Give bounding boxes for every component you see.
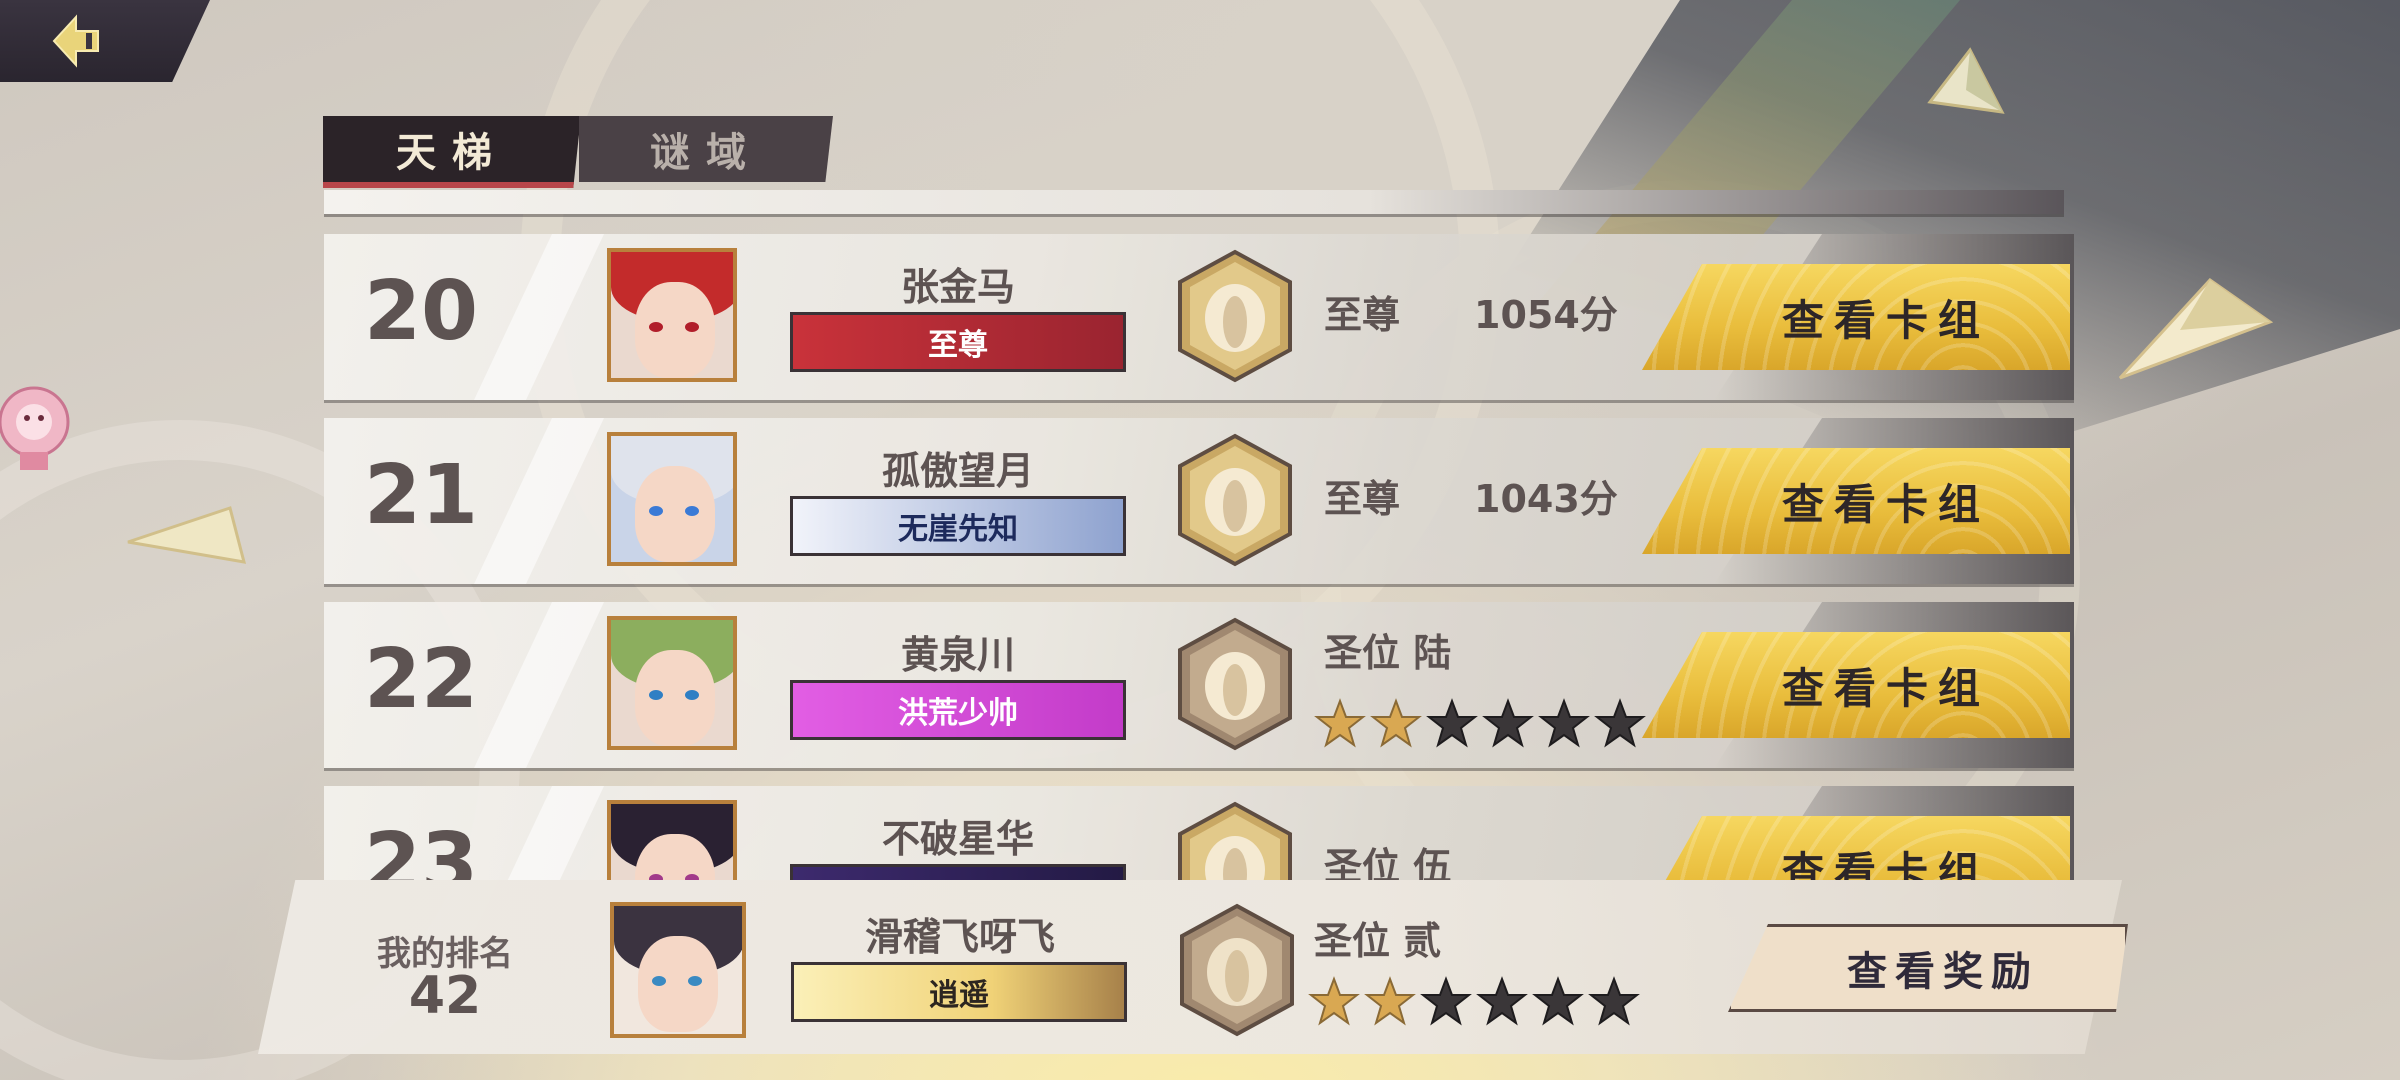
star-icon — [1482, 698, 1534, 748]
rank-number: 23 — [364, 816, 479, 880]
tier-name: 圣位 伍 — [1324, 845, 1452, 880]
tab-mystery-realm[interactable]: 谜域 — [579, 116, 833, 182]
player-avatar[interactable] — [607, 616, 737, 750]
score: 1054分 — [1474, 293, 1618, 337]
player-title-badge: 洪荒少帅 — [790, 680, 1126, 740]
tier-name: 至尊 — [1324, 293, 1401, 337]
crystal-decoration — [1927, 47, 2005, 114]
view-deck-button[interactable]: 查看卡组 — [1642, 448, 2070, 554]
tab-bar: 天梯 谜域 — [323, 116, 833, 188]
star-rating — [1314, 698, 1646, 750]
star-icon — [1538, 698, 1590, 748]
tier-medal-icon — [1180, 903, 1294, 1037]
star-icon — [1364, 976, 1416, 1026]
star-icon — [1426, 698, 1478, 748]
star-icon — [1532, 976, 1584, 1026]
view-reward-button[interactable]: 查看奖励 — [1728, 924, 2128, 1012]
star-icon — [1594, 698, 1646, 748]
view-deck-button-label: 查看卡组 — [1781, 847, 1990, 881]
view-deck-button-label: 查看卡组 — [1781, 479, 1990, 529]
star-icon — [1308, 976, 1360, 1026]
my-rank-number: 42 — [408, 966, 482, 1026]
player-title-badge: 无崖先知 — [790, 496, 1126, 556]
view-deck-button-label: 查看卡组 — [1781, 663, 1990, 713]
tier-medal-icon — [1178, 617, 1292, 751]
star-icon — [1314, 698, 1366, 748]
leaderboard-list[interactable]: 20 张金马 至尊 至尊 1054分 查看卡组 21 孤傲望月 无崖先知 至尊 1043分 查看卡组 2… — [0, 190, 2400, 880]
view-deck-button[interactable]: 查看卡组 — [1642, 632, 2070, 738]
star-icon — [1476, 976, 1528, 1026]
tab-ladder[interactable]: 天梯 — [323, 116, 581, 188]
rank-number: 21 — [364, 448, 479, 543]
player-title-badge: 至尊 — [790, 312, 1126, 372]
my-avatar[interactable] — [610, 902, 746, 1038]
partial-row-previous — [324, 190, 2064, 214]
leaderboard-row: 23 不破星华圣位 伍 查看卡组 — [324, 786, 2074, 880]
leaderboard-row: 20 张金马 至尊 至尊 1054分 查看卡组 — [324, 234, 2074, 400]
player-avatar[interactable] — [607, 432, 737, 566]
player-name: 不破星华 — [881, 817, 1034, 861]
my-tier-name: 圣位 贰 — [1314, 919, 1442, 963]
player-title-badge — [790, 864, 1126, 880]
star-icon — [1370, 698, 1422, 748]
player-name: 黄泉川 — [900, 633, 1015, 677]
leaderboard-row: 21 孤傲望月 无崖先知 至尊 1043分 查看卡组 — [324, 418, 2074, 584]
view-deck-button[interactable]: 查看卡组 — [1642, 264, 2070, 370]
star-icon — [1420, 976, 1472, 1026]
view-deck-button-label: 查看卡组 — [1781, 295, 1990, 345]
tier-name: 至尊 — [1324, 477, 1401, 521]
star-icon — [1588, 976, 1640, 1026]
tier-medal-icon — [1178, 249, 1292, 383]
view-deck-button[interactable]: 查看卡组 — [1642, 816, 2070, 880]
tier-medal-icon — [1178, 801, 1292, 880]
score: 1043分 — [1474, 477, 1618, 521]
my-star-rating — [1308, 976, 1640, 1028]
my-title-badge: 逍遥 — [791, 962, 1127, 1022]
back-arrow-icon — [52, 14, 99, 68]
rank-number: 20 — [364, 264, 479, 359]
player-name: 张金马 — [900, 265, 1015, 309]
my-player-name: 滑稽飞呀飞 — [864, 915, 1055, 959]
tier-medal-icon — [1178, 433, 1292, 567]
rank-number: 22 — [364, 632, 479, 727]
tier-name: 圣位 陆 — [1324, 631, 1452, 675]
player-avatar[interactable] — [607, 800, 737, 880]
leaderboard-row: 22 黄泉川 洪荒少帅 圣位 陆查看卡组 — [324, 602, 2074, 768]
player-avatar[interactable] — [607, 248, 737, 382]
player-name: 孤傲望月 — [881, 449, 1034, 493]
